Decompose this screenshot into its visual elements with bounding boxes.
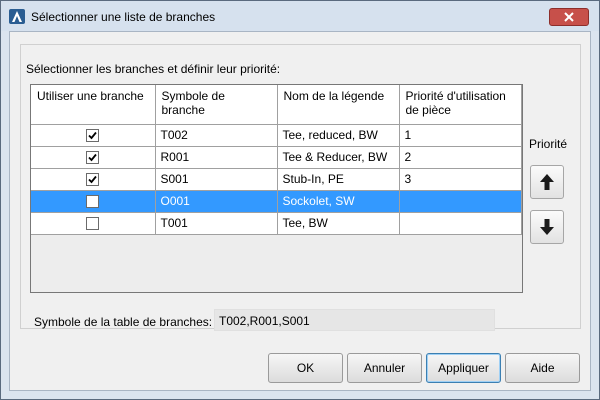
legend-name-cell[interactable]: Tee, BW: [277, 212, 400, 235]
branch-table-symbol-label: Symbole de la table de branches:: [34, 315, 213, 329]
column-header-symbol[interactable]: Symbole de branche: [155, 85, 278, 125]
table-row[interactable]: O001 Sockolet, SW: [31, 190, 522, 213]
use-branch-cell: [31, 124, 156, 147]
move-down-button[interactable]: [530, 210, 564, 244]
branch-grid[interactable]: Utiliser une branche Symbole de branche …: [30, 84, 523, 293]
title-bar: Sélectionner une liste de branches: [1, 1, 599, 31]
legend-name-cell[interactable]: Tee, reduced, BW: [277, 124, 400, 147]
priority-cell[interactable]: 1: [399, 124, 522, 147]
checkmark-icon: [88, 132, 97, 140]
use-branch-cell: [31, 212, 156, 235]
legend-name-cell[interactable]: Tee & Reducer, BW: [277, 146, 400, 169]
column-header-use[interactable]: Utiliser une branche: [31, 85, 156, 125]
priority-cell[interactable]: 3: [399, 168, 522, 191]
dialog-window: Sélectionner une liste de branches Sélec…: [0, 0, 600, 400]
move-up-button[interactable]: [530, 165, 564, 199]
cancel-button[interactable]: Annuler: [347, 353, 422, 383]
arrow-down-icon: [540, 219, 554, 235]
priority-cell[interactable]: 2: [399, 146, 522, 169]
legend-name-cell[interactable]: Sockolet, SW: [277, 190, 400, 213]
legend-name-cell[interactable]: Stub-In, PE: [277, 168, 400, 191]
priority-label: Priorité: [529, 137, 568, 151]
table-header-row: Utiliser une branche Symbole de branche …: [31, 85, 522, 125]
use-branch-cell: [31, 168, 156, 191]
arrow-up-icon: [540, 174, 554, 190]
branch-symbol-cell[interactable]: O001: [155, 190, 278, 213]
branch-table-symbol-field: T002,R001,S001: [214, 309, 495, 331]
close-button[interactable]: [549, 8, 589, 26]
app-logo-icon: [9, 9, 25, 24]
apply-button[interactable]: Appliquer: [426, 353, 501, 383]
ok-button[interactable]: OK: [268, 353, 343, 383]
close-icon: [564, 12, 574, 22]
table-row[interactable]: T001 Tee, BW: [31, 212, 522, 235]
use-branch-checkbox[interactable]: [86, 129, 100, 143]
table-row[interactable]: T002 Tee, reduced, BW 1: [31, 124, 522, 147]
table-row[interactable]: R001 Tee & Reducer, BW 2: [31, 146, 522, 169]
priority-cell[interactable]: [399, 190, 522, 213]
use-branch-cell: [31, 146, 156, 169]
help-button[interactable]: Aide: [505, 353, 580, 383]
use-branch-checkbox[interactable]: [86, 217, 100, 231]
instruction-text: Sélectionner les branches et définir leu…: [26, 62, 281, 76]
branch-table: Utiliser une branche Symbole de branche …: [31, 85, 522, 235]
checkmark-icon: [88, 154, 97, 162]
branch-symbol-cell[interactable]: S001: [155, 168, 278, 191]
branch-symbol-cell[interactable]: R001: [155, 146, 278, 169]
column-header-priority[interactable]: Priorité d'utilisation de pièce: [399, 85, 522, 125]
checkmark-icon: [88, 176, 97, 184]
branch-symbol-cell[interactable]: T002: [155, 124, 278, 147]
use-branch-checkbox[interactable]: [86, 195, 100, 209]
column-header-legend[interactable]: Nom de la légende: [277, 85, 400, 125]
use-branch-checkbox[interactable]: [86, 151, 100, 165]
table-row[interactable]: S001 Stub-In, PE 3: [31, 168, 522, 191]
use-branch-cell: [31, 190, 156, 213]
window-title: Sélectionner une liste de branches: [31, 10, 216, 24]
branch-symbol-cell[interactable]: T001: [155, 212, 278, 235]
use-branch-checkbox[interactable]: [86, 173, 100, 187]
priority-cell[interactable]: [399, 212, 522, 235]
